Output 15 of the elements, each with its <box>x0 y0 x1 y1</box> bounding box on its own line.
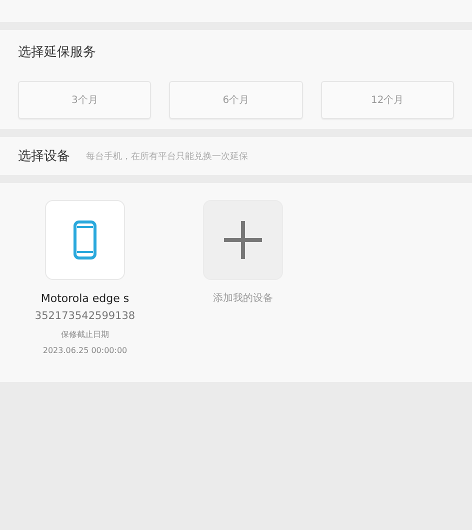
section-title: 选择延保服务 <box>18 44 97 61</box>
duration-option[interactable]: 12个月 <box>320 81 454 119</box>
expiry-date: 2023.06.25 00:00:00 <box>42 346 128 355</box>
phone-icon <box>73 220 97 260</box>
add-device-label: 添加我的设备 <box>213 292 273 305</box>
expiry-label: 保修截止日期 <box>61 329 109 340</box>
section-title: 选择设备 <box>18 148 70 165</box>
device-tile[interactable] <box>45 200 125 280</box>
duration-option[interactable]: 6个月 <box>169 81 303 119</box>
plus-icon <box>224 221 262 259</box>
device-name: Motorola edge s <box>40 292 130 305</box>
duration-option[interactable]: 3个月 <box>18 81 152 119</box>
hint-text: 每台手机，在所有平台只能兑换一次延保 <box>86 150 248 162</box>
add-device-button[interactable] <box>203 200 283 280</box>
device-imei: 352173542599138 <box>34 310 136 322</box>
